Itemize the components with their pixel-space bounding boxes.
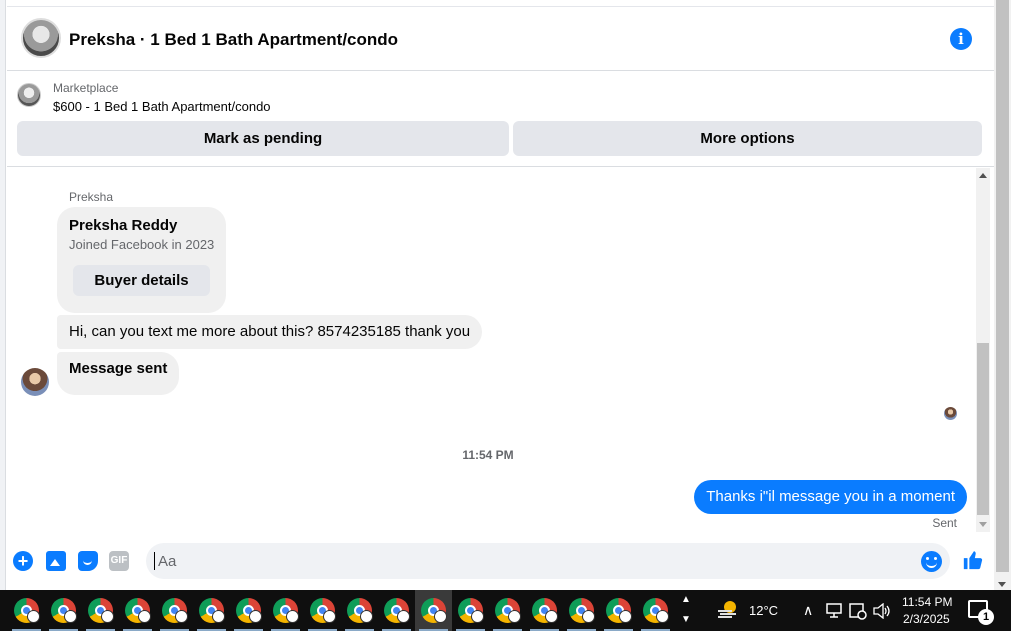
taskbar-chrome-window[interactable] <box>600 590 637 631</box>
thread-scrollbar-thumb[interactable] <box>977 343 989 515</box>
buyer-joined: Joined Facebook in 2023 <box>69 237 215 252</box>
photo-icon[interactable] <box>46 551 66 571</box>
left-panel-edge <box>0 0 6 590</box>
profile-badge-icon <box>212 610 225 623</box>
profile-badge-icon <box>27 610 40 623</box>
clock-time[interactable]: 11:54 PM <box>902 595 952 609</box>
thread-scrollbar[interactable] <box>976 168 990 532</box>
taskbar-chrome-window-active[interactable] <box>415 590 452 631</box>
profile-badge-icon <box>656 610 669 623</box>
page-scrollbar[interactable] <box>994 0 1011 590</box>
mark-as-pending-button[interactable]: Mark as pending <box>17 121 509 156</box>
page-scrollbar-thumb[interactable] <box>996 0 1009 572</box>
taskbar-chrome-window[interactable] <box>267 590 304 631</box>
profile-badge-icon <box>101 610 114 623</box>
windows-taskbar: ▲ ▼ 12°C ∧ 11:54 PM 2/3/2025 1 <box>0 590 1011 631</box>
sender-name: Preksha <box>69 190 114 204</box>
chevron-up-icon[interactable]: ∧ <box>803 602 813 619</box>
profile-badge-icon <box>323 610 336 623</box>
taskbar-chrome-window[interactable] <box>8 590 45 631</box>
message-composer: + GIF <box>7 532 994 590</box>
taskbar-chrome-window[interactable] <box>304 590 341 631</box>
profile-badge-icon <box>138 610 151 623</box>
taskbar-chrome-window[interactable] <box>45 590 82 631</box>
profile-badge-icon <box>249 610 262 623</box>
text-caret <box>154 552 155 570</box>
incoming-message[interactable]: Hi, can you text me more about this? 857… <box>57 315 483 349</box>
sent-status: Sent <box>932 516 957 530</box>
profile-badge-icon <box>360 610 373 623</box>
scroll-up-arrow-icon[interactable] <box>979 173 987 178</box>
weather-icon[interactable] <box>716 599 740 621</box>
more-options-button[interactable]: More options <box>513 121 982 156</box>
taskbar-chrome-window[interactable] <box>489 590 526 631</box>
listing-title[interactable]: $600 - 1 Bed 1 Bath Apartment/condo <box>53 99 271 114</box>
gif-icon[interactable]: GIF <box>109 551 129 571</box>
profile-badge-icon <box>64 610 77 623</box>
buyer-details-button[interactable]: Buyer details <box>73 265 210 296</box>
incoming-message[interactable]: Message sent <box>57 352 180 395</box>
profile-badge-icon <box>286 610 299 623</box>
conversation-title[interactable]: Preksha · 1 Bed 1 Bath Apartment/condo <box>69 30 398 50</box>
notification-count: 1 <box>978 609 994 625</box>
wifi-settings-icon[interactable] <box>849 602 867 620</box>
outgoing-message[interactable]: Thanks i"il message you in a moment <box>694 480 967 514</box>
buyer-card: Preksha Reddy Joined Facebook in 2023 Bu… <box>57 207 226 313</box>
message-timestamp: 11:54 PM <box>462 448 514 462</box>
thumbs-up-icon[interactable] <box>962 549 984 571</box>
taskbar-chrome-window[interactable] <box>341 590 378 631</box>
taskbar-chrome-window[interactable] <box>563 590 600 631</box>
taskbar-chrome-window[interactable] <box>378 590 415 631</box>
taskbar-chrome-window[interactable] <box>193 590 230 631</box>
profile-badge-icon <box>471 610 484 623</box>
info-icon[interactable]: i <box>950 28 972 50</box>
volume-icon[interactable] <box>873 603 891 619</box>
listing-avatar[interactable] <box>21 18 61 58</box>
profile-badge-icon <box>508 610 521 623</box>
taskbar-chrome-window[interactable] <box>82 590 119 631</box>
listing-source: Marketplace <box>53 81 119 95</box>
sticker-icon[interactable] <box>78 551 98 571</box>
temperature[interactable]: 12°C <box>749 603 778 618</box>
profile-badge-icon <box>175 610 188 623</box>
profile-badge-icon <box>582 610 595 623</box>
message-input[interactable] <box>146 543 950 579</box>
profile-badge-icon <box>434 610 447 623</box>
profile-badge-icon <box>619 610 632 623</box>
clock-date[interactable]: 2/3/2025 <box>903 612 950 626</box>
message-thread[interactable]: Preksha Preksha Reddy Joined Facebook in… <box>7 168 969 532</box>
scroll-down-arrow-icon[interactable] <box>998 582 1006 587</box>
taskbar-chrome-window[interactable] <box>637 590 674 631</box>
scroll-down-arrow-icon[interactable] <box>979 522 987 527</box>
buyer-name: Preksha Reddy <box>69 217 178 234</box>
taskbar-scroll-chevron-icon[interactable]: ▲ ▼ <box>680 590 692 631</box>
sender-avatar[interactable] <box>21 368 49 396</box>
taskbar-chrome-window[interactable] <box>230 590 267 631</box>
plus-icon[interactable]: + <box>13 551 33 571</box>
listing-thumbnail[interactable] <box>17 83 41 107</box>
read-receipt-avatar <box>944 407 957 420</box>
conversation-header: Preksha · 1 Bed 1 Bath Apartment/condo i <box>7 6 994 71</box>
profile-badge-icon <box>545 610 558 623</box>
marketplace-listing-bar: Marketplace $600 - 1 Bed 1 Bath Apartmen… <box>7 72 994 167</box>
taskbar-chrome-window[interactable] <box>156 590 193 631</box>
taskbar-chrome-window[interactable] <box>452 590 489 631</box>
network-icon[interactable] <box>825 603 843 619</box>
taskbar-chrome-window[interactable] <box>119 590 156 631</box>
taskbar-chrome-window[interactable] <box>526 590 563 631</box>
profile-badge-icon <box>397 610 410 623</box>
emoji-icon[interactable] <box>921 551 942 572</box>
